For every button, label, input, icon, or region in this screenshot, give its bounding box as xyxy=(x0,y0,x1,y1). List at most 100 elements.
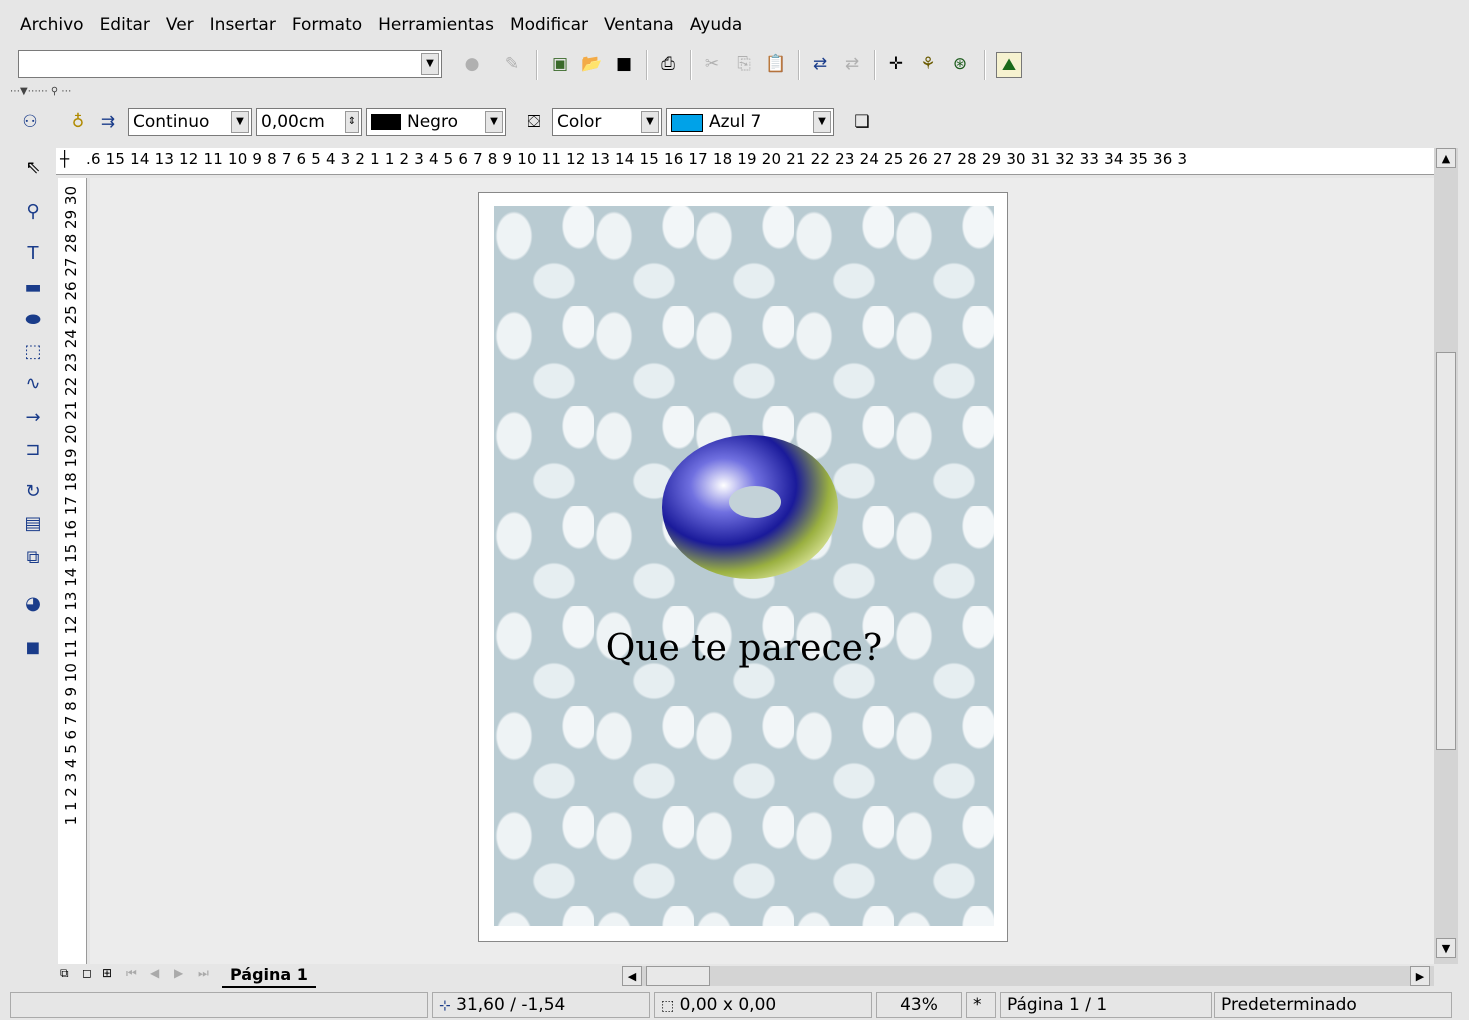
status-modified: * xyxy=(966,992,996,1018)
menu-herramientas[interactable]: Herramientas xyxy=(370,15,502,35)
line-width-value: 0,00cm xyxy=(261,112,325,132)
scroll-up-icon[interactable]: ▲ xyxy=(1436,148,1456,168)
curve-icon[interactable]: ∿ xyxy=(18,368,48,398)
chevron-down-icon[interactable]: ▼ xyxy=(485,111,503,133)
menu-ventana[interactable]: Ventana xyxy=(596,15,682,35)
spin-icon[interactable]: ⇕ xyxy=(345,111,359,133)
page-tab-bar: ⧉ ◻ ⊞ ⏮ ◀ ▶ ⏭ xyxy=(58,964,618,986)
copy-icon[interactable]: ⎘ xyxy=(732,52,756,76)
menu-formato[interactable]: Formato xyxy=(284,15,370,35)
url-input[interactable]: ▼ xyxy=(18,50,442,78)
toolbar-separator xyxy=(690,50,692,80)
toolbar-separator xyxy=(536,50,538,80)
layer-view-icon[interactable]: ◻ xyxy=(82,966,92,980)
navigator-icon[interactable]: ✛ xyxy=(884,52,908,76)
toolbar-separator xyxy=(798,50,800,80)
master-view-icon[interactable]: ⊞ xyxy=(102,966,112,980)
rotate-icon[interactable]: ↻ xyxy=(18,476,48,506)
edit-file-icon[interactable]: ✎ xyxy=(500,52,524,76)
size-icon: ⬚ xyxy=(661,998,675,1014)
scroll-down-icon[interactable]: ▼ xyxy=(1436,938,1456,958)
menu-bar: Archivo Editar Ver Insertar Formato Herr… xyxy=(0,8,1469,42)
chevron-down-icon[interactable]: ▼ xyxy=(231,111,249,133)
main-toolbar: ⇖ ⚲ T ▬ ⬬ ⬚ ∿ → ⊐ ↻ ▤ ⧉ ◕ ◼ xyxy=(14,148,52,668)
prev-page-icon[interactable]: ◀ xyxy=(150,966,159,980)
lines-arrows-icon[interactable]: → xyxy=(18,402,48,432)
line-color-value: Negro xyxy=(407,112,458,132)
stop-icon[interactable]: ● xyxy=(460,52,484,76)
torus-3d-object[interactable] xyxy=(660,432,840,582)
points-icon[interactable]: ⚇ xyxy=(18,110,42,134)
menu-insertar[interactable]: Insertar xyxy=(202,15,284,35)
image-icon[interactable]: ⛰ xyxy=(996,52,1022,78)
drawing-view-icon[interactable]: ⧉ xyxy=(60,966,69,981)
scroll-left-icon[interactable]: ◀ xyxy=(622,966,642,986)
status-page: Página 1 / 1 xyxy=(1000,992,1212,1018)
line-width-stepper[interactable]: 0,00cm ⇕ xyxy=(256,108,362,136)
new-document-icon[interactable]: ▣ xyxy=(548,52,572,76)
save-icon[interactable]: ■ xyxy=(612,52,636,76)
shadow-icon[interactable]: ❏ xyxy=(850,110,874,134)
vertical-ruler-labels: 1 1 2 3 4 5 6 7 8 9 10 11 12 13 14 15 16… xyxy=(62,186,80,826)
document-text[interactable]: Que te parece? xyxy=(494,628,994,669)
stylist-icon[interactable]: ⚘ xyxy=(916,52,940,76)
next-page-icon[interactable]: ▶ xyxy=(174,966,183,980)
arrow-style-icon[interactable]: ⇉ xyxy=(96,110,120,134)
ellipse-icon[interactable]: ⬬ xyxy=(18,304,48,334)
connector-icon[interactable]: ⊐ xyxy=(18,434,48,464)
area-style-select[interactable]: Color ▼ xyxy=(552,108,662,136)
last-page-icon[interactable]: ⏭ xyxy=(198,966,209,981)
menu-ayuda[interactable]: Ayuda xyxy=(682,15,751,35)
menu-editar[interactable]: Editar xyxy=(92,15,158,35)
toolbar-separator xyxy=(984,50,986,80)
line-icon[interactable]: ♁ xyxy=(66,110,90,134)
object-bar: ⚇ ♁ ⇉ Continuo ▼ 0,00cm ⇕ Negro ▼ ⛋ Colo… xyxy=(0,104,1469,142)
size-value: 0,00 x 0,00 xyxy=(679,995,777,1015)
scroll-right-icon[interactable]: ▶ xyxy=(1410,966,1430,986)
line-color-select[interactable]: Negro ▼ xyxy=(366,108,506,136)
insert-object-icon[interactable]: ◕ xyxy=(18,588,48,618)
3d-effects-icon[interactable]: ◼ xyxy=(18,632,48,662)
select-arrow-icon[interactable]: ⇖ xyxy=(18,152,48,182)
area-style-value: Color xyxy=(557,112,602,132)
vertical-scroll-thumb[interactable] xyxy=(1436,352,1456,750)
3d-objects-icon[interactable]: ⬚ xyxy=(18,336,48,366)
menu-ver[interactable]: Ver xyxy=(158,15,202,35)
cut-icon[interactable]: ✂ xyxy=(700,52,724,76)
horizontal-ruler-labels: .6 15 14 13 12 11 10 9 8 7 6 5 4 3 2 1 1… xyxy=(86,150,1188,168)
area-color-swatch xyxy=(671,114,703,132)
horizontal-scrollbar[interactable]: ◀ ▶ xyxy=(622,966,1434,986)
first-page-icon[interactable]: ⏮ xyxy=(126,966,137,981)
status-zoom[interactable]: 43% xyxy=(876,992,962,1018)
tab-pagina-1[interactable]: Página 1 xyxy=(222,964,316,988)
chevron-down-icon[interactable]: ▼ xyxy=(813,111,831,133)
function-toolbar: ▼ ● ✎ ▣ 📂 ■ ⎙ ✂ ⎘ 📋 ⇄ ⇄ ✛ ⚘ ⊛ ⛰ xyxy=(0,44,1469,86)
menu-archivo[interactable]: Archivo xyxy=(0,15,92,35)
status-bar: ⊹ 31,60 / -1,54 ⬚ 0,00 x 0,00 43% * Pági… xyxy=(0,990,1469,1020)
line-style-select[interactable]: Continuo ▼ xyxy=(128,108,252,136)
arrange-icon[interactable]: ⧉ xyxy=(18,542,48,572)
paste-icon[interactable]: 📋 xyxy=(764,52,788,76)
status-empty xyxy=(10,992,428,1018)
horizontal-scroll-thumb[interactable] xyxy=(646,966,710,986)
ruler-corner-icon: ┼ xyxy=(60,150,70,168)
chevron-down-icon[interactable]: ▼ xyxy=(421,53,439,75)
redo-icon[interactable]: ⇄ xyxy=(840,52,864,76)
toolbar-grip[interactable]: ⋯▼⋯⋯ ⚲ ⋯ xyxy=(10,86,150,100)
open-folder-icon[interactable]: 📂 xyxy=(580,52,604,76)
area-fill-icon[interactable]: ⛋ xyxy=(522,110,546,134)
zoom-icon[interactable]: ⚲ xyxy=(18,196,48,226)
line-color-swatch xyxy=(371,114,401,130)
position-icon: ⊹ xyxy=(439,998,451,1014)
alignment-icon[interactable]: ▤ xyxy=(18,508,48,538)
rectangle-icon[interactable]: ▬ xyxy=(18,272,48,302)
menu-modificar[interactable]: Modificar xyxy=(502,15,596,35)
horizontal-ruler[interactable]: ┼ .6 15 14 13 12 11 10 9 8 7 6 5 4 3 2 1… xyxy=(56,148,1434,175)
area-color-select[interactable]: Azul 7 ▼ xyxy=(666,108,834,136)
text-icon[interactable]: T xyxy=(18,238,48,268)
gallery-icon[interactable]: ⊛ xyxy=(948,52,972,76)
print-icon[interactable]: ⎙ xyxy=(656,52,680,76)
undo-icon[interactable]: ⇄ xyxy=(808,52,832,76)
chevron-down-icon[interactable]: ▼ xyxy=(641,111,659,133)
vertical-ruler[interactable]: 1 1 2 3 4 5 6 7 8 9 10 11 12 13 14 15 16… xyxy=(58,178,87,964)
